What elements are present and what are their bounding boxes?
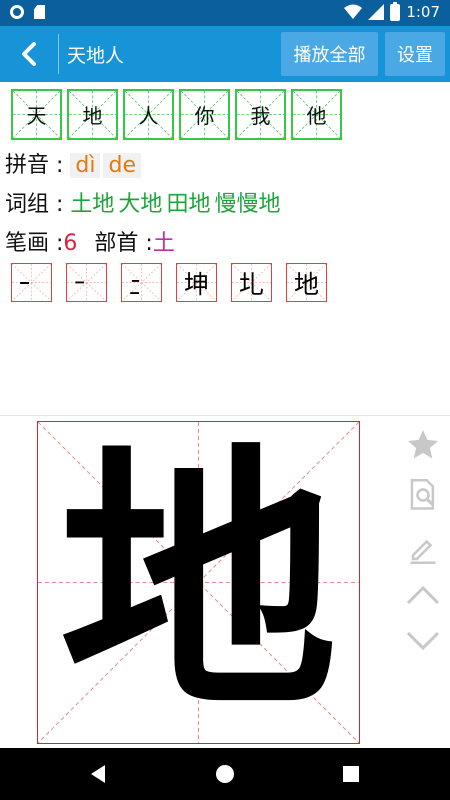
pencil-icon <box>410 539 436 564</box>
chevron-down-icon <box>406 631 440 651</box>
stroke-row: 笔画 :6 部首 :土 <box>5 225 175 257</box>
stroke-step[interactable]: 圠 <box>231 263 272 302</box>
pinyin-row: 拼音 : dì de <box>5 147 144 179</box>
status-time: 1:07 <box>406 3 440 21</box>
words-row: 词组 : 土地 大地 田地 慢慢地 <box>5 186 284 218</box>
stroke-order-steps: 一 十 土 坤 圠 地 <box>11 263 327 302</box>
stroke-step[interactable]: 地 <box>286 263 327 302</box>
battery-icon <box>390 1 401 21</box>
nav-back-button[interactable] <box>84 760 112 788</box>
pinyin-reading[interactable]: de <box>103 153 141 178</box>
writing-grid[interactable]: 地 <box>37 421 360 744</box>
write-button[interactable] <box>402 528 444 570</box>
home-circle-icon <box>216 765 234 783</box>
character-tab[interactable]: 地 <box>67 89 118 140</box>
character-label: 人 <box>138 104 159 128</box>
character-label: 他 <box>306 104 327 128</box>
previous-button[interactable] <box>402 574 444 616</box>
grid-guides <box>67 264 106 301</box>
pinyin-label: 拼音 : <box>5 153 64 178</box>
grid-guides <box>122 264 161 301</box>
play-all-button[interactable]: 播放全部 <box>281 32 378 76</box>
character-tab[interactable]: 他 <box>291 89 342 140</box>
sd-card-icon <box>34 5 45 19</box>
character-tab[interactable]: 你 <box>179 89 230 140</box>
character-label: 天 <box>26 104 47 128</box>
stroke-step[interactable]: 土 <box>121 263 162 302</box>
lookup-icon <box>410 479 435 510</box>
nav-home-button[interactable] <box>211 760 239 788</box>
settings-button[interactable]: 设置 <box>385 32 445 76</box>
stroke-count: 6 <box>63 231 78 256</box>
character-tab[interactable]: 我 <box>235 89 286 140</box>
recents-square-icon <box>343 766 359 782</box>
radical-label: 部首 : <box>94 231 153 256</box>
character-tab[interactable]: 人 <box>123 89 174 140</box>
pinyin-reading[interactable]: dì <box>70 153 101 178</box>
favorite-button[interactable] <box>402 424 444 466</box>
character-tab[interactable]: 天 <box>11 89 62 140</box>
word-item[interactable]: 慢慢地 <box>214 192 280 217</box>
page-title: 天地人 <box>67 45 125 67</box>
navigation-bar <box>0 748 450 800</box>
character-label: 地 <box>82 104 103 128</box>
word-item[interactable]: 大地 <box>118 192 162 217</box>
stroke-step-glyph: 圠 <box>238 269 264 299</box>
chevron-up-icon <box>406 585 440 605</box>
words-label: 词组 : <box>5 192 64 217</box>
lookup-button[interactable] <box>402 474 444 516</box>
nav-recents-button[interactable] <box>337 760 365 788</box>
star-icon <box>408 430 438 459</box>
signal-icon <box>368 4 385 20</box>
stroke-step-glyph: 坤 <box>183 269 209 299</box>
back-button[interactable] <box>0 26 58 82</box>
word-item[interactable]: 土地 <box>70 192 114 217</box>
back-triangle-icon <box>91 765 105 783</box>
character-label: 我 <box>250 104 271 128</box>
app-bar-divider <box>58 34 59 74</box>
word-item[interactable]: 田地 <box>166 192 210 217</box>
main-character: 地 <box>59 418 338 746</box>
radical-value: 土 <box>152 231 175 256</box>
stroke-step[interactable]: 坤 <box>176 263 217 302</box>
character-label: 你 <box>194 104 215 128</box>
strokes-label: 笔画 : <box>5 231 64 256</box>
stroke-step[interactable]: 一 <box>11 263 52 302</box>
character-list: 天 地 人 你 我 他 <box>11 89 342 140</box>
wifi-icon <box>344 4 363 19</box>
stroke-step[interactable]: 十 <box>66 263 107 302</box>
back-arrow-icon <box>22 42 36 66</box>
record-icon <box>10 5 24 19</box>
stroke-step-glyph: 地 <box>293 269 319 299</box>
next-button[interactable] <box>402 620 444 662</box>
app-bar: 天地人 播放全部 设置 <box>0 26 450 82</box>
grid-guides <box>12 264 51 301</box>
status-bar: 1:07 <box>0 0 450 26</box>
section-divider <box>0 415 450 416</box>
